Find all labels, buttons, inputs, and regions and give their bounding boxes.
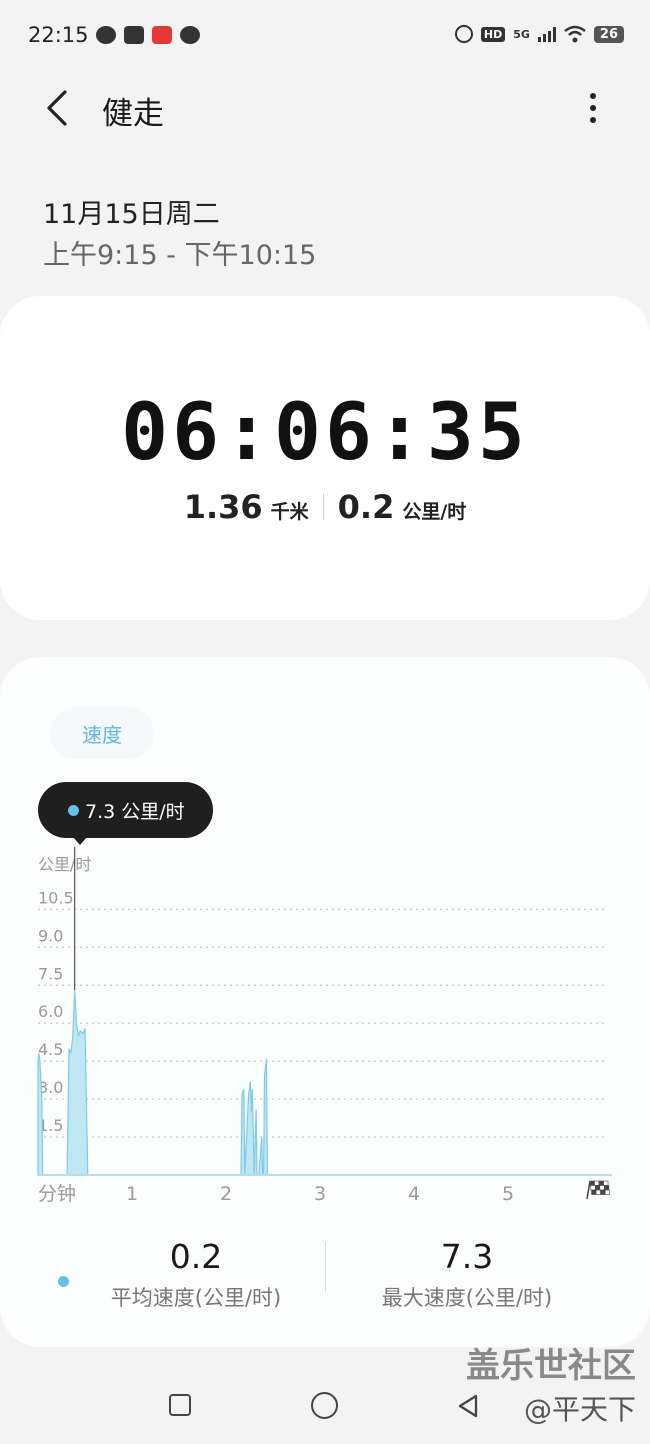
session-time-range: 上午9:15 - 下午10:15: [43, 240, 317, 271]
stats-divider: [322, 494, 324, 520]
signal-icon: [537, 26, 556, 42]
y-tick-label: 9.0: [38, 926, 63, 945]
avg-speed-label: 平均速度(公里/时): [110, 1286, 282, 1310]
y-tick-label: 6.0: [38, 1002, 63, 1021]
finish-flag-icon: [586, 1180, 610, 1200]
y-tick-label: 10.5: [38, 888, 74, 907]
tooltip-tail: [73, 837, 87, 845]
speed-summary: 0.2 平均速度(公里/时) 7.3 最大速度(公里/时): [0, 1237, 650, 1327]
wifi-icon: [564, 25, 586, 43]
x-tick-label: 3: [314, 1183, 326, 1205]
distance-unit: 千米: [270, 501, 309, 523]
y-tick-label: 4.5: [38, 1040, 63, 1059]
message-icon: [180, 26, 200, 44]
status-icons: HD 5G 26: [454, 25, 624, 43]
nav-back-button[interactable]: [456, 1394, 480, 1418]
recent-apps-button[interactable]: [169, 1394, 191, 1416]
y-axis-label: 公里/时: [38, 855, 91, 874]
watermark-author: @平天下: [523, 1393, 636, 1426]
summary-divider: [325, 1242, 326, 1292]
x-tick-label: 1: [126, 1183, 138, 1205]
duration-display: 06:06:35: [121, 388, 529, 478]
tooltip-dot: [68, 804, 79, 816]
speed-value: 0.2: [337, 488, 395, 526]
speed-chart-card: 速度 公里/时 1.5 3.0 4.5 6.0 7.5 9.0 10.5 分钟 1 2 3 4 5 7.3…: [0, 657, 650, 1347]
avg-speed-value: 0.2: [169, 1237, 223, 1276]
home-button[interactable]: [311, 1392, 338, 1419]
x-tick-label: 5: [502, 1183, 514, 1205]
avg-speed: 0.2 平均速度(公里/时): [66, 1237, 326, 1312]
distance-value: 1.36: [183, 488, 263, 526]
max-speed: 7.3 最大速度(公里/时): [337, 1237, 597, 1312]
speed-area-series: [37, 990, 602, 1176]
workout-summary-card: 06:06:35 1.36 千米 0.2 公里/时: [0, 296, 650, 620]
chart-tooltip: 7.3 公里/时: [38, 782, 213, 845]
max-speed-value: 7.3: [440, 1237, 494, 1276]
x-tick-label: 2: [220, 1183, 232, 1205]
alarm-icon: [454, 25, 473, 43]
session-date: 11月15日周二: [43, 199, 220, 230]
page-title: 健走: [102, 96, 164, 132]
max-speed-label: 最大速度(公里/时): [381, 1286, 553, 1310]
hd-icon: HD: [480, 26, 506, 42]
tooltip-value: 7.3 公里/时: [85, 800, 185, 823]
notification-icons: [96, 26, 200, 44]
more-options-icon[interactable]: [578, 90, 608, 126]
network-type: 5G: [513, 27, 530, 41]
battery-icon: 26: [593, 25, 624, 43]
x-axis-label: 分钟: [38, 1183, 76, 1205]
y-tick-label: 7.5: [38, 964, 63, 983]
app-notification-icon: [124, 26, 144, 44]
watermark-community: 盖乐世社区: [466, 1346, 636, 1386]
wechat-icon: [96, 26, 116, 44]
red-app-icon: [152, 26, 172, 44]
status-time: 22:15: [28, 23, 89, 47]
x-tick-label: 4: [408, 1183, 420, 1205]
back-arrow-icon[interactable]: [40, 88, 80, 128]
speed-unit: 公里/时: [402, 501, 467, 523]
stats-row: 1.36 千米 0.2 公里/时: [0, 488, 650, 526]
status-bar: 22:15 HD 5G 26: [0, 0, 650, 70]
